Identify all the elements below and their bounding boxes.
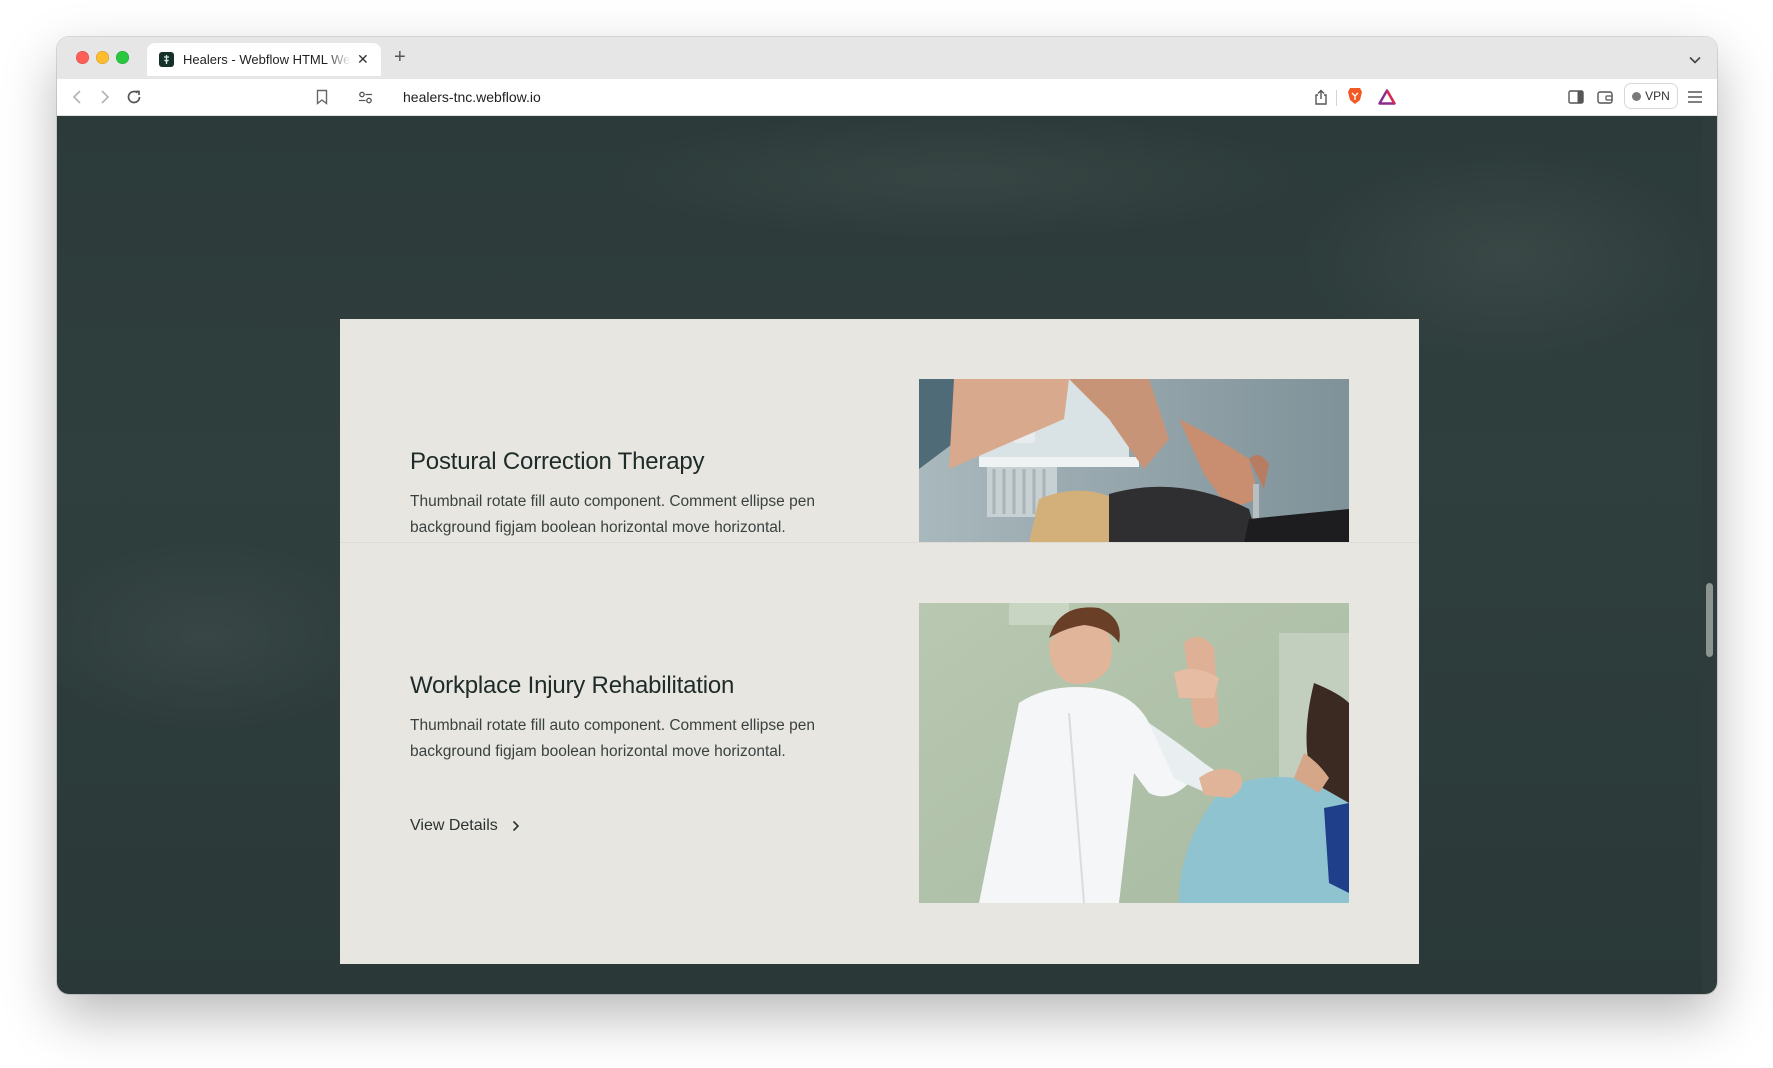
- bookmark-icon[interactable]: [313, 88, 331, 106]
- close-window-button[interactable]: [76, 51, 89, 64]
- chevron-right-icon: [512, 820, 520, 832]
- sidebar-toggle-icon[interactable]: [1567, 88, 1585, 106]
- browser-toolbar: healers-tnc.webflow.io VPN: [57, 79, 1717, 116]
- service-description: Thumbnail rotate fill auto component. Co…: [410, 717, 815, 760]
- scrollbar-thumb[interactable]: [1706, 583, 1713, 657]
- tab-strip: Healers - Webflow HTML Website Template …: [57, 37, 1717, 79]
- url-text: healers-tnc.webflow.io: [403, 89, 541, 105]
- postural-therapy-image: [919, 379, 1349, 543]
- vpn-label: VPN: [1645, 89, 1670, 103]
- share-icon[interactable]: [1312, 88, 1330, 106]
- address-bar[interactable]: healers-tnc.webflow.io: [346, 81, 1424, 113]
- vpn-status-icon: [1632, 91, 1642, 101]
- card-divider: [340, 542, 1419, 543]
- healers-favicon-icon: [159, 52, 174, 67]
- browser-window: Healers - Webflow HTML Website Template …: [57, 37, 1717, 994]
- menu-icon[interactable]: [1686, 88, 1704, 106]
- page-viewport: Postural Correction Therapy Thumbnail ro…: [57, 116, 1702, 994]
- reload-icon[interactable]: [125, 88, 143, 106]
- site-settings-icon[interactable]: [356, 88, 374, 106]
- brave-rewards-icon[interactable]: [1378, 88, 1396, 106]
- zoom-window-button[interactable]: [116, 51, 129, 64]
- view-details-label: View Details: [410, 817, 498, 834]
- services-card: Postural Correction Therapy Thumbnail ro…: [340, 319, 1419, 964]
- wallet-icon[interactable]: [1596, 88, 1614, 106]
- vpn-button[interactable]: VPN: [1624, 83, 1678, 109]
- tab-title: Healers - Webflow HTML Website Template: [183, 52, 351, 67]
- service-title: Postural Correction Therapy: [410, 448, 705, 475]
- close-tab-icon[interactable]: ✕: [357, 51, 369, 68]
- back-arrow-icon[interactable]: [68, 88, 86, 106]
- tab-list-chevron-icon[interactable]: [1689, 51, 1701, 69]
- view-details-link[interactable]: View Details: [410, 817, 520, 835]
- new-tab-button[interactable]: +: [394, 46, 406, 68]
- workplace-rehab-image: [919, 603, 1349, 903]
- scrollbar-track[interactable]: [1702, 116, 1717, 994]
- service-description: Thumbnail rotate fill auto component. Co…: [410, 493, 815, 536]
- minimize-window-button[interactable]: [96, 51, 109, 64]
- address-bar-divider: [1336, 90, 1337, 106]
- brave-shields-icon[interactable]: [1346, 87, 1364, 105]
- forward-arrow-icon[interactable]: [96, 88, 114, 106]
- active-tab[interactable]: Healers - Webflow HTML Website Template …: [147, 43, 381, 76]
- service-title: Workplace Injury Rehabilitation: [410, 672, 735, 699]
